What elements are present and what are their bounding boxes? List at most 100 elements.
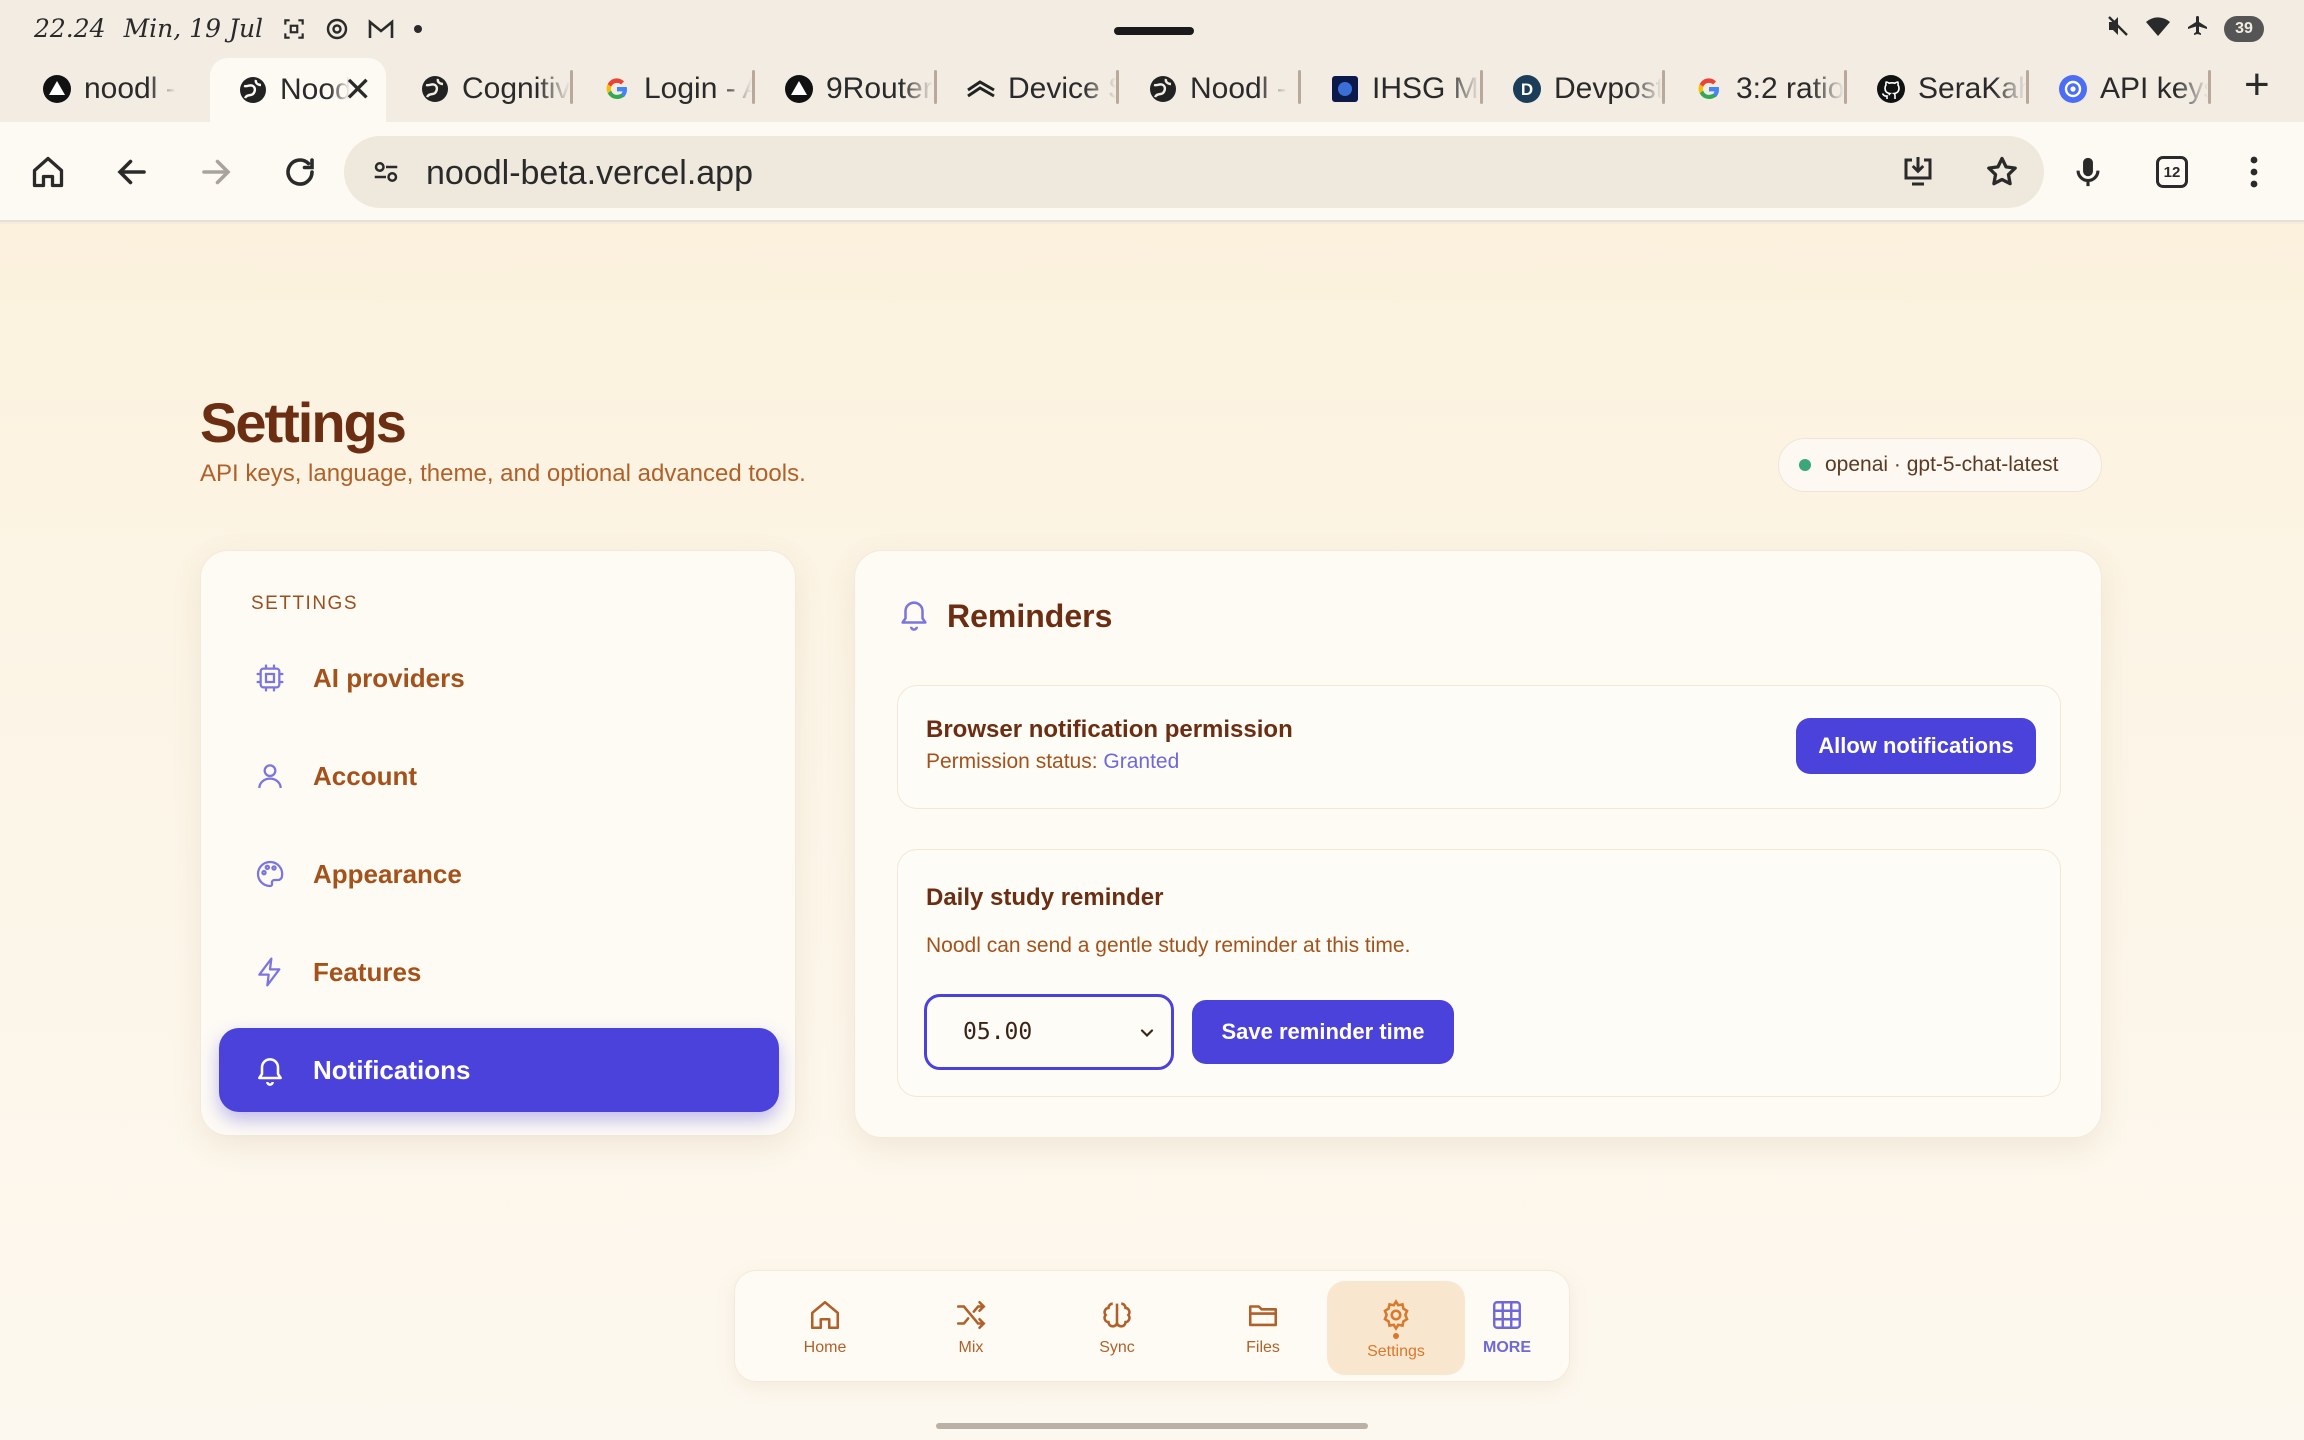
nav-more[interactable]: MORE — [1447, 1281, 1567, 1375]
gesture-home-indicator[interactable] — [936, 1423, 1368, 1429]
forward-arrow-icon[interactable] — [194, 150, 238, 194]
wifi-icon — [2144, 14, 2172, 43]
chip-icon — [253, 661, 287, 695]
page-title: Settings — [200, 391, 407, 454]
tab-separator — [2026, 70, 2029, 104]
browser-tab[interactable]: Noodl - — [1120, 58, 1298, 120]
sidebar-item-ai-providers[interactable]: AI providers — [219, 636, 779, 720]
github-icon — [1876, 74, 1906, 104]
nav-sync[interactable]: Sync — [1047, 1281, 1187, 1375]
globe-icon — [238, 75, 268, 105]
allow-notifications-button[interactable]: Allow notifications — [1796, 718, 2036, 774]
browser-tab-active[interactable]: Noodl ✕ — [210, 58, 386, 122]
globe-icon — [420, 74, 450, 104]
tab-separator — [1662, 70, 1665, 104]
home-icon — [805, 1295, 845, 1335]
tab-separator — [1480, 70, 1483, 104]
bell-icon — [253, 1053, 287, 1087]
site-settings-icon[interactable] — [364, 150, 408, 194]
sidebar-item-account[interactable]: Account — [219, 734, 779, 818]
daily-reminder-card: Daily study reminder Noodl can send a ge… — [897, 849, 2061, 1097]
folder-icon — [1243, 1295, 1283, 1335]
reminder-time-select[interactable]: 05.00 — [924, 994, 1174, 1070]
shuffle-icon — [951, 1295, 991, 1335]
airplane-icon — [2186, 14, 2210, 43]
globe-icon — [1148, 74, 1178, 104]
chrome-icon — [325, 17, 349, 41]
sidebar-item-notifications[interactable]: Notifications — [219, 1028, 779, 1112]
triangle-logo-icon — [42, 74, 72, 104]
device-logo-icon — [966, 74, 996, 104]
user-icon — [253, 759, 287, 793]
svg-text:D: D — [1521, 80, 1533, 99]
microphone-icon[interactable] — [2066, 150, 2110, 194]
browser-tab[interactable]: SeraKah — [1848, 58, 2026, 120]
reload-icon[interactable] — [278, 150, 322, 194]
browser-tab[interactable]: Login - A — [574, 58, 752, 120]
tab-separator — [1844, 70, 1847, 104]
sidebar-item-features[interactable]: Features — [219, 930, 779, 1014]
status-time: 22.24 — [34, 14, 106, 43]
tab-switcher-icon[interactable]: 12 — [2150, 150, 2194, 194]
grid-icon — [1487, 1295, 1527, 1335]
status-handle — [1114, 27, 1194, 35]
permission-status: Permission status: Granted — [926, 750, 1180, 773]
more-notifications-dot-icon — [413, 24, 423, 34]
screenshot-icon — [281, 16, 307, 42]
new-tab-icon[interactable]: + — [2244, 60, 2270, 110]
reminder-time-value: 05.00 — [963, 1019, 1033, 1045]
tab-close-icon[interactable]: ✕ — [344, 70, 373, 110]
daily-reminder-description: Noodl can send a gentle study reminder a… — [926, 934, 1411, 957]
google-icon — [1694, 74, 1724, 104]
tab-separator — [934, 70, 937, 104]
gmail-icon — [367, 18, 395, 40]
browser-tab[interactable]: D Devpost — [1484, 58, 1662, 120]
nav-settings[interactable]: Settings — [1327, 1281, 1465, 1375]
tab-separator — [752, 70, 755, 104]
install-app-icon[interactable] — [1896, 150, 1940, 194]
permission-status-value: Granted — [1103, 750, 1180, 773]
triangle-logo-icon — [784, 74, 814, 104]
home-button-icon[interactable] — [26, 150, 70, 194]
nav-mix[interactable]: Mix — [901, 1281, 1041, 1375]
reminders-panel: Reminders Browser notification permissio… — [854, 550, 2102, 1138]
back-arrow-icon[interactable] — [110, 150, 154, 194]
browser-tab[interactable]: API keys — [2030, 58, 2208, 120]
overflow-menu-icon[interactable] — [2232, 150, 2276, 194]
permission-title: Browser notification permission — [926, 716, 1293, 743]
browser-toolbar: noodl-beta.vercel.app 12 — [0, 122, 2304, 222]
browser-tab[interactable]: noodl - — [14, 58, 194, 120]
nav-home[interactable]: Home — [755, 1281, 895, 1375]
palette-icon — [253, 857, 287, 891]
sidebar-item-appearance[interactable]: Appearance — [219, 832, 779, 916]
tab-separator — [2208, 70, 2211, 104]
browser-tab-strip: noodl - Noodl ✕ Cognitiv Login - A 9Rout… — [0, 56, 2304, 122]
settings-sidebar: SETTINGS AI providers Account Appearance… — [200, 550, 796, 1136]
google-icon — [602, 74, 632, 104]
browser-tab[interactable]: Device S — [938, 58, 1116, 120]
browser-tab[interactable]: 9Router — [756, 58, 934, 120]
address-bar[interactable]: noodl-beta.vercel.app — [344, 136, 2044, 208]
brain-icon — [1097, 1295, 1137, 1335]
browser-tab[interactable]: 3:2 ratio — [1666, 58, 1844, 120]
bottom-navigation: Home Mix Sync Files Settings MORE — [734, 1270, 1570, 1382]
model-status-text: openai · gpt-5-chat-latest — [1825, 453, 2059, 476]
tab-separator — [1298, 70, 1301, 104]
ihsg-logo-icon — [1330, 74, 1360, 104]
browser-tab[interactable]: Cognitiv — [392, 58, 570, 120]
tab-separator — [570, 70, 573, 104]
system-status-bar: 22.24 Min, 19 Jul 39 — [0, 0, 2304, 56]
settings-page: Settings API keys, language, theme, and … — [0, 224, 2304, 1440]
status-dot-icon — [1799, 459, 1811, 471]
bell-icon — [897, 597, 931, 636]
tab-separator — [1116, 70, 1119, 104]
browser-tab[interactable]: IHSG Ma — [1302, 58, 1480, 120]
nav-files[interactable]: Files — [1193, 1281, 1333, 1375]
devpost-icon: D — [1512, 74, 1542, 104]
chevron-down-icon — [1137, 1023, 1157, 1049]
save-reminder-time-button[interactable]: Save reminder time — [1192, 1000, 1454, 1064]
bookmark-star-icon[interactable] — [1980, 150, 2024, 194]
sidebar-heading: SETTINGS — [251, 593, 359, 614]
notification-permission-card: Browser notification permission Permissi… — [897, 685, 2061, 809]
url-text: noodl-beta.vercel.app — [426, 154, 754, 192]
